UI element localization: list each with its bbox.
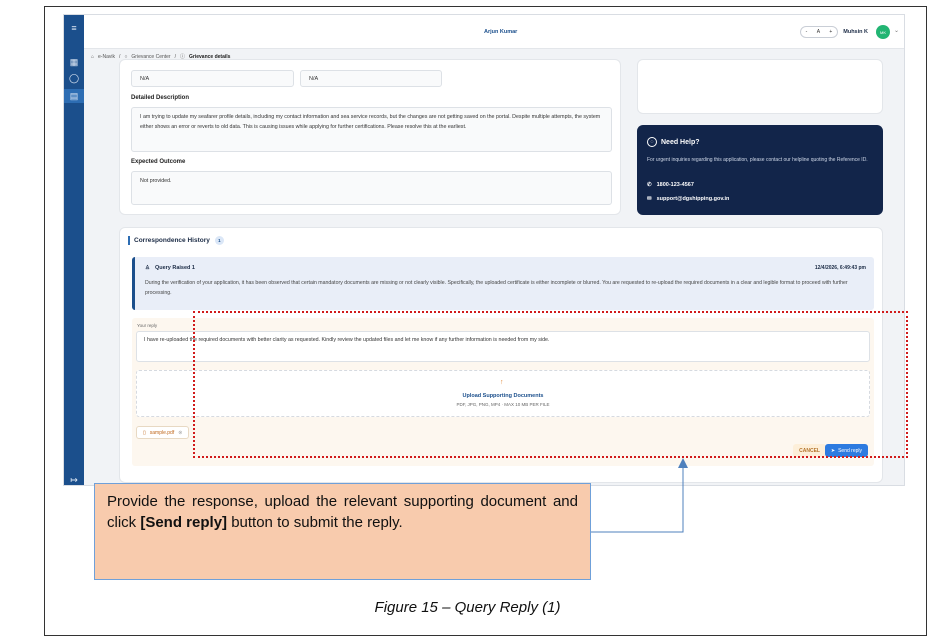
profile-name[interactable]: Muhsin K: [843, 29, 868, 35]
center-user-name: Arjun Kumar: [484, 29, 518, 35]
avatar[interactable]: MK: [876, 25, 890, 39]
details-card: N/A N/A Detailed Description I am trying…: [119, 59, 621, 215]
description-label: Detailed Description: [131, 95, 190, 101]
file-name: sample.pdf: [149, 429, 175, 436]
outcome-text: Not provided.: [131, 171, 612, 205]
figure-caption: Figure 15 – Query Reply (1): [374, 599, 561, 616]
query-item: ♙ Query Raised 1 12/4/2026, 6:49:43 pm D…: [132, 257, 874, 310]
outcome-label: Expected Outcome: [131, 159, 186, 165]
description-text: I am trying to update my seafarer profil…: [131, 107, 612, 152]
attached-file-chip: ▯ sample.pdf ⊗: [136, 426, 190, 439]
field-2-value: N/A: [300, 70, 442, 87]
shield-icon: ◌: [647, 137, 657, 147]
remove-file-icon[interactable]: ⊗: [178, 430, 182, 436]
font-reset-button[interactable]: A: [817, 29, 820, 35]
document-icon[interactable]: ▤: [64, 89, 84, 103]
help-card: ◌ Need Help? For urgent inquiries regard…: [637, 125, 883, 215]
sidebar: ≡ ▦ ◯ ▤ ↦: [64, 15, 84, 485]
menu-icon[interactable]: ≡: [64, 21, 84, 35]
dashboard-icon[interactable]: ▦: [64, 55, 84, 69]
shield-icon[interactable]: ◯: [64, 71, 84, 85]
home-icon[interactable]: ⌂: [91, 54, 94, 60]
mail-icon: ✉: [647, 196, 652, 202]
query-timestamp: 12/4/2026, 6:49:43 pm: [814, 265, 866, 271]
reply-label: Your reply: [137, 323, 158, 328]
logout-icon[interactable]: ↦: [64, 473, 84, 485]
callout-text-part2: button to submit the reply.: [227, 514, 403, 531]
breadcrumb-separator: /: [118, 53, 121, 60]
breadcrumb-item-enavik[interactable]: e-Navik: [98, 54, 115, 60]
instruction-callout: Provide the response, upload the relevan…: [94, 483, 591, 580]
help-email[interactable]: ✉ support@dgshipping.gov.in: [647, 196, 729, 202]
count-badge: 1: [214, 236, 224, 245]
query-title-text: Query Raised 1: [154, 265, 195, 271]
chevron-down-icon[interactable]: ⌄: [894, 27, 899, 34]
user-icon: ♙: [145, 265, 150, 271]
font-decrease-button[interactable]: -: [806, 29, 808, 35]
font-size-control[interactable]: - A +: [800, 26, 838, 38]
query-title: ♙ Query Raised 1: [145, 265, 195, 271]
email-address[interactable]: support@dgshipping.gov.in: [657, 196, 730, 202]
phone-number[interactable]: 1800-123-4567: [657, 182, 694, 188]
help-text: For urgent inquiries regarding this appl…: [647, 157, 868, 163]
file-icon: ▯: [143, 429, 146, 436]
query-text: During the verification of your applicat…: [145, 280, 848, 296]
font-increase-button[interactable]: +: [829, 29, 832, 35]
correspondence-title: Correspondence History 1: [128, 236, 224, 245]
help-phone[interactable]: ✆ 1800-123-4567: [647, 182, 694, 188]
phone-icon: ✆: [647, 182, 652, 188]
correspondence-title-text: Correspondence History: [134, 237, 210, 244]
highlight-box: [193, 311, 908, 458]
field-1-value: N/A: [131, 70, 294, 87]
side-card: [637, 59, 883, 114]
callout-text-bold: [Send reply]: [140, 514, 228, 531]
help-title: Need Help?: [661, 139, 700, 146]
topbar: Arjun Kumar - A + Muhsin K MK ⌄: [84, 15, 904, 49]
